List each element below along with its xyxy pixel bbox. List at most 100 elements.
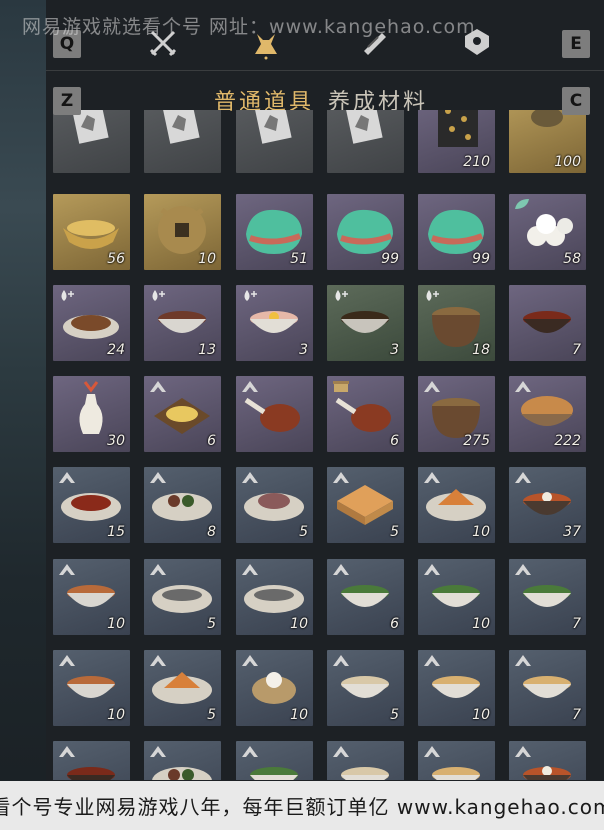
item-image — [71, 110, 109, 144]
key-hint-q[interactable]: Q — [53, 30, 81, 58]
key-hint-e[interactable]: E — [562, 30, 590, 58]
inventory-slot[interactable] — [509, 741, 586, 780]
arrow-badge-icon — [515, 655, 531, 666]
arrow-badge-icon — [424, 746, 440, 757]
arrow-badge-icon — [424, 381, 440, 392]
item-count: 7 — [572, 342, 581, 358]
arrow-badge-icon — [333, 746, 349, 757]
inventory-slot[interactable]: 3 — [236, 285, 313, 361]
inventory-slot[interactable]: 222 — [509, 376, 586, 452]
item-count: 18 — [472, 342, 490, 358]
item-count: 58 — [563, 251, 581, 267]
inventory-slot[interactable]: 30 — [53, 376, 130, 452]
arrow-badge-icon — [242, 655, 258, 666]
arrow-badge-icon — [333, 472, 349, 483]
inventory-slot[interactable]: 10 — [418, 467, 495, 543]
inventory-slot[interactable]: 5 — [327, 650, 404, 726]
inventory-slot[interactable] — [236, 376, 313, 452]
item-count: 10 — [198, 251, 216, 267]
item-count: 5 — [207, 707, 216, 723]
inventory-slot[interactable] — [144, 741, 221, 780]
inventory-slot[interactable]: 5 — [144, 559, 221, 635]
inventory-slot[interactable]: 10 — [53, 650, 130, 726]
item-count: 99 — [381, 251, 399, 267]
bundle-icon[interactable] — [249, 26, 283, 60]
item-count: 6 — [207, 433, 216, 449]
arrow-badge-icon — [150, 746, 166, 757]
arrow-badge-icon — [59, 472, 75, 483]
inventory-slot[interactable]: 100 — [509, 110, 586, 173]
item-count: 37 — [563, 524, 581, 540]
item-count: 10 — [290, 616, 308, 632]
drop-badge-icon — [426, 290, 439, 301]
inventory-slot[interactable]: 7 — [509, 285, 586, 361]
inventory-slot[interactable] — [144, 110, 221, 173]
inventory-slot[interactable]: 8 — [144, 467, 221, 543]
item-count: 7 — [572, 707, 581, 723]
arrow-badge-icon — [242, 381, 258, 392]
inventory-slot[interactable] — [236, 741, 313, 780]
inventory-slot[interactable]: 51 — [236, 194, 313, 270]
item-count: 30 — [107, 433, 125, 449]
background-scenery — [0, 0, 46, 830]
inventory-slot[interactable]: 210 — [418, 110, 495, 173]
item-count: 10 — [107, 707, 125, 723]
inventory-slot[interactable]: 6 — [327, 376, 404, 452]
arrow-badge-icon — [150, 564, 166, 575]
inventory-slot[interactable]: 37 — [509, 467, 586, 543]
inventory-slot[interactable]: 7 — [509, 650, 586, 726]
inventory-slot[interactable]: 10 — [53, 559, 130, 635]
arrow-badge-icon — [333, 564, 349, 575]
item-count: 99 — [472, 251, 490, 267]
item-count: 24 — [107, 342, 125, 358]
inventory-slot[interactable]: 99 — [327, 194, 404, 270]
inventory-slot[interactable]: 7 — [509, 559, 586, 635]
inventory-slot[interactable]: 10 — [418, 559, 495, 635]
drop-badge-icon — [152, 290, 165, 301]
arrow-badge-icon — [242, 746, 258, 757]
item-count: 210 — [463, 154, 490, 170]
inventory-slot[interactable]: 18 — [418, 285, 495, 361]
inventory-slot[interactable] — [418, 741, 495, 780]
key-hint-z[interactable]: Z — [53, 87, 81, 115]
key-hint-c[interactable]: C — [562, 87, 590, 115]
inventory-slot[interactable]: 6 — [144, 376, 221, 452]
item-count: 5 — [299, 524, 308, 540]
arrow-badge-icon — [59, 655, 75, 666]
inventory-slot[interactable]: 5 — [236, 467, 313, 543]
inventory-slot[interactable]: 10 — [418, 650, 495, 726]
watermark-bottom: 看个号专业网易游戏八年，每年巨额订单亿 www.kangehao.com — [0, 791, 604, 820]
inventory-slot[interactable] — [53, 110, 130, 173]
inventory-slot[interactable]: 56 — [53, 194, 130, 270]
item-count: 10 — [472, 524, 490, 540]
item-count: 3 — [299, 342, 308, 358]
inventory-slot[interactable] — [53, 741, 130, 780]
item-grid: 210 100 56 10 51 99 99 58 24 13 3 3 18 7 30 6 6 275 222 15 8… — [53, 110, 593, 780]
inventory-slot[interactable]: 13 — [144, 285, 221, 361]
inventory-slot[interactable]: 58 — [509, 194, 586, 270]
inventory-slot[interactable] — [327, 110, 404, 173]
inventory-slot[interactable]: 15 — [53, 467, 130, 543]
inventory-slot[interactable] — [327, 741, 404, 780]
inventory-slot[interactable]: 275 — [418, 376, 495, 452]
inventory-slot[interactable]: 10 — [236, 650, 313, 726]
inventory-slot[interactable]: 99 — [418, 194, 495, 270]
inventory-slot[interactable] — [236, 110, 313, 173]
arrow-badge-icon — [59, 564, 75, 575]
inventory-slot[interactable]: 10 — [144, 194, 221, 270]
inventory-slot[interactable]: 6 — [327, 559, 404, 635]
inventory-slot[interactable]: 10 — [236, 559, 313, 635]
item-count: 5 — [207, 616, 216, 632]
item-count: 275 — [463, 433, 490, 449]
item-count: 56 — [107, 251, 125, 267]
inventory-slot[interactable]: 5 — [327, 467, 404, 543]
scroll-icon[interactable] — [357, 26, 391, 60]
item-image — [254, 110, 292, 144]
location-icon[interactable] — [460, 26, 494, 60]
crossed-swords-icon[interactable] — [146, 26, 180, 60]
arrow-badge-icon — [150, 381, 166, 392]
header-divider — [46, 70, 604, 71]
inventory-slot[interactable]: 3 — [327, 285, 404, 361]
inventory-slot[interactable]: 5 — [144, 650, 221, 726]
inventory-slot[interactable]: 24 — [53, 285, 130, 361]
